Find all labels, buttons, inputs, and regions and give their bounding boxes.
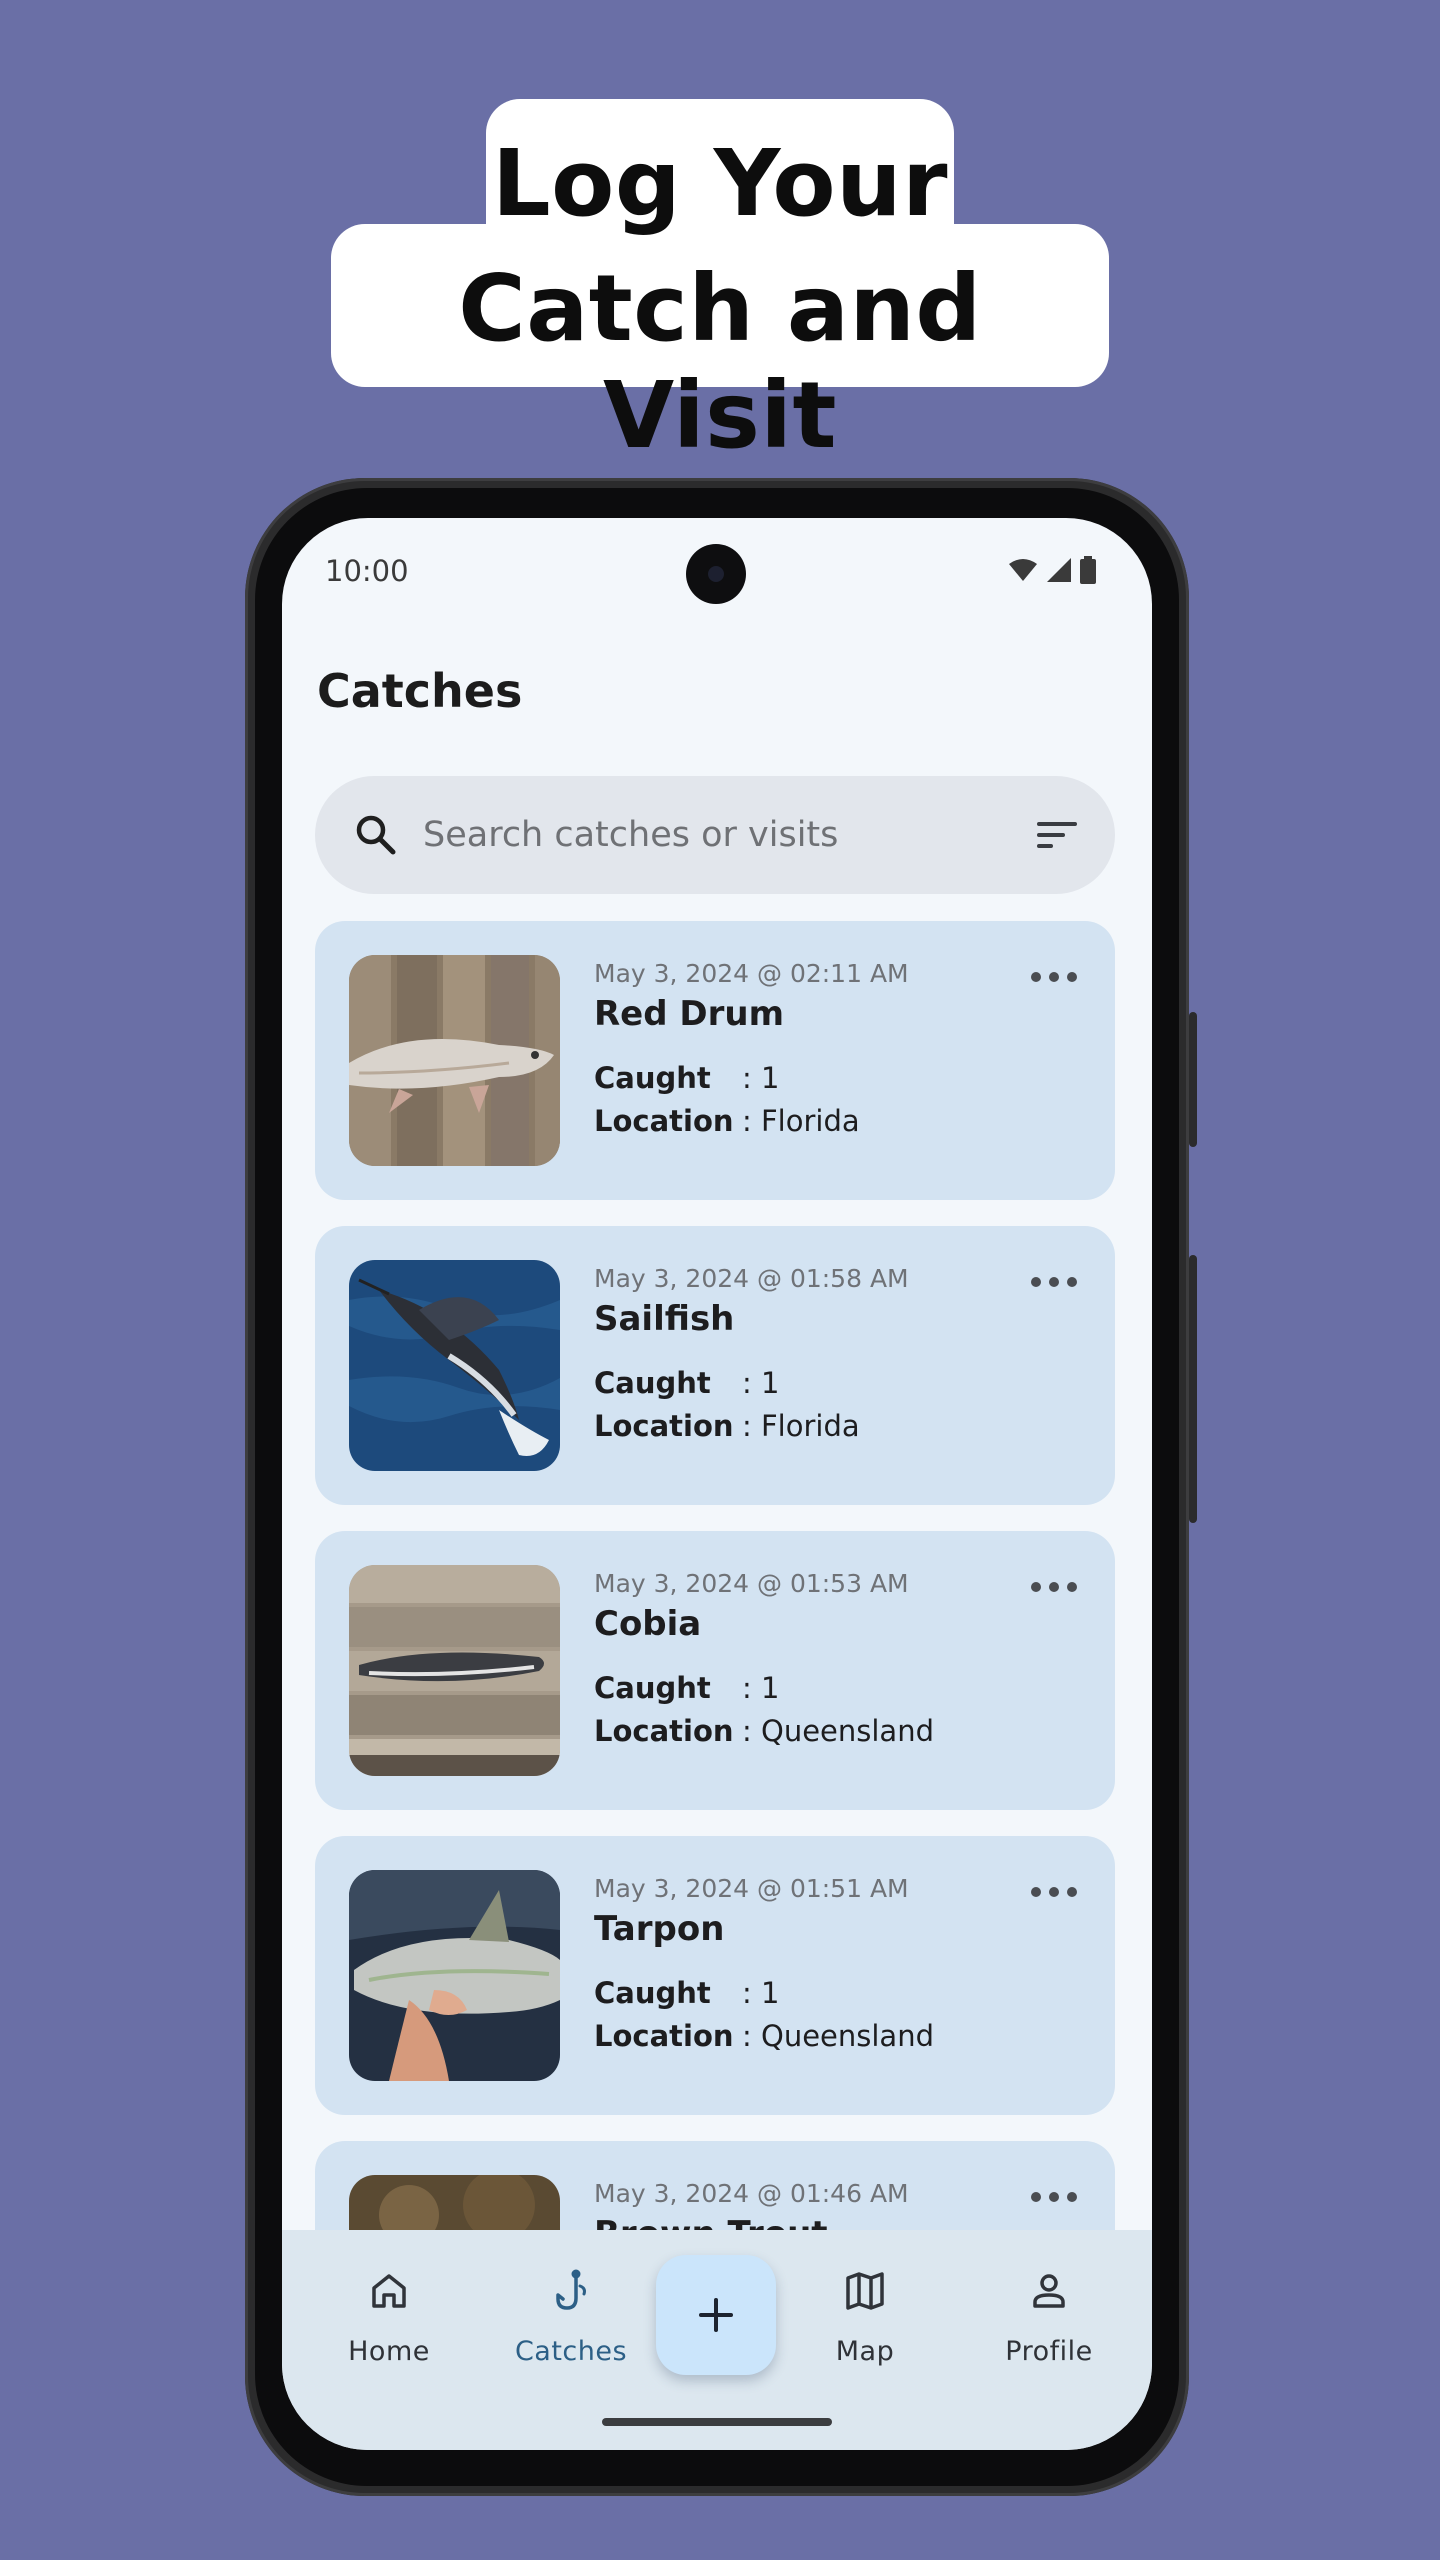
- location-label: Location: [594, 2019, 734, 2053]
- location-label: Location: [594, 1104, 734, 1138]
- home-indicator[interactable]: [602, 2418, 832, 2426]
- caught-count: : 1: [742, 1366, 780, 1400]
- promo-stage: Log Your Catch and Visit 10:00 Catches S…: [0, 0, 1440, 2560]
- location-value: : Queensland: [742, 1714, 934, 1748]
- phone-power-button: [1189, 1012, 1197, 1147]
- nav-item-profile[interactable]: Profile: [974, 2230, 1124, 2380]
- phone-screen: 10:00 Catches Search catches or visits M…: [282, 518, 1152, 2450]
- location-value: : Queensland: [742, 2019, 934, 2053]
- map-icon: [846, 2272, 884, 2310]
- caught-label: Caught: [594, 1366, 711, 1400]
- search-bar[interactable]: [315, 776, 1115, 894]
- front-camera: [686, 544, 746, 604]
- caught-count: : 1: [742, 1976, 780, 2010]
- catch-date: May 3, 2024 @ 01:53 AM: [594, 1569, 909, 1598]
- location-label: Location: [594, 1409, 734, 1443]
- location-value: : Florida: [742, 1104, 860, 1138]
- home-icon: [372, 2274, 406, 2308]
- catch-card[interactable]: May 3, 2024 @ 01:58 AM Sailfish Caught : …: [315, 1226, 1115, 1505]
- phone-volume-button: [1189, 1255, 1197, 1523]
- catch-photo: [349, 1870, 560, 2081]
- headline-line-2: Catch and Visit: [458, 255, 982, 469]
- caught-count: : 1: [742, 1671, 780, 1705]
- headline-line-1: Log Your: [492, 130, 948, 237]
- catch-card[interactable]: May 3, 2024 @ 01:51 AM Tarpon Caught: 1 …: [315, 1836, 1115, 2115]
- more-options-icon[interactable]: [1031, 1882, 1077, 1902]
- status-icons: [1008, 556, 1096, 584]
- caught-row: Caught : 1: [594, 1366, 779, 1400]
- search-icon[interactable]: [353, 812, 399, 858]
- caught-label: Caught: [594, 1976, 711, 2010]
- catch-date: May 3, 2024 @ 01:51 AM: [594, 1874, 909, 1903]
- nav-label-home: Home: [348, 2336, 430, 2367]
- caught-row: Caught : 1: [594, 1061, 779, 1095]
- location-row: Location: Queensland: [594, 1714, 934, 1748]
- nav-label-profile: Profile: [1005, 2336, 1093, 2367]
- promo-headline: Log Your Catch and Visit: [0, 0, 1440, 469]
- add-catch-button[interactable]: [656, 2255, 776, 2375]
- catch-photo: [349, 1260, 560, 1471]
- more-options-icon[interactable]: [1031, 967, 1077, 987]
- catch-photo: [349, 1565, 560, 1776]
- location-row: Location: Queensland: [594, 2019, 934, 2053]
- battery-icon: [1080, 556, 1096, 584]
- more-options-icon[interactable]: [1031, 1577, 1077, 1597]
- status-time: 10:00: [325, 554, 409, 588]
- nav-item-catches[interactable]: Catches: [496, 2230, 646, 2380]
- location-label: Location: [594, 1714, 734, 1748]
- caught-label: Caught: [594, 1671, 711, 1705]
- catch-date: May 3, 2024 @ 02:11 AM: [594, 959, 909, 988]
- catch-date: May 3, 2024 @ 01:46 AM: [594, 2179, 909, 2208]
- catch-date: May 3, 2024 @ 01:58 AM: [594, 1264, 909, 1293]
- nav-label-catches: Catches: [514, 2336, 628, 2367]
- nav-label-map: Map: [835, 2336, 895, 2367]
- plus-icon: [699, 2298, 733, 2332]
- catch-card[interactable]: May 3, 2024 @ 02:11 AM Red Drum Caught : …: [315, 921, 1115, 1200]
- caught-label: Caught: [594, 1061, 711, 1095]
- caught-row: Caught : 1: [594, 1671, 779, 1705]
- catch-card[interactable]: May 3, 2024 @ 01:53 AM Cobia Caught : 1 L…: [315, 1531, 1115, 1810]
- more-options-icon[interactable]: [1031, 2187, 1077, 2207]
- catch-species: Tarpon: [594, 1909, 725, 1949]
- nav-item-home[interactable]: Home: [314, 2230, 464, 2380]
- caught-count: : 1: [742, 1061, 780, 1095]
- location-value: : Florida: [742, 1409, 860, 1443]
- catch-species: Sailfish: [594, 1299, 735, 1339]
- fish-hook-icon: [556, 2269, 586, 2310]
- person-icon: [1033, 2274, 1065, 2308]
- search-input[interactable]: [423, 776, 1003, 894]
- page-title: Catches: [317, 664, 523, 718]
- catch-species: Red Drum: [594, 994, 785, 1034]
- location-row: Location: Florida: [594, 1104, 860, 1138]
- more-options-icon[interactable]: [1031, 1272, 1077, 1292]
- bottom-navigation: Home Catches Map Profile: [282, 2230, 1152, 2450]
- filter-icon[interactable]: [1035, 816, 1079, 854]
- location-row: Location: Florida: [594, 1409, 860, 1443]
- catch-species: Cobia: [594, 1604, 702, 1644]
- caught-row: Caught : 1: [594, 1976, 779, 2010]
- catch-photo: [349, 955, 560, 1166]
- signal-icon: [1047, 558, 1071, 582]
- wifi-icon: [1009, 559, 1037, 581]
- nav-item-map[interactable]: Map: [790, 2230, 940, 2380]
